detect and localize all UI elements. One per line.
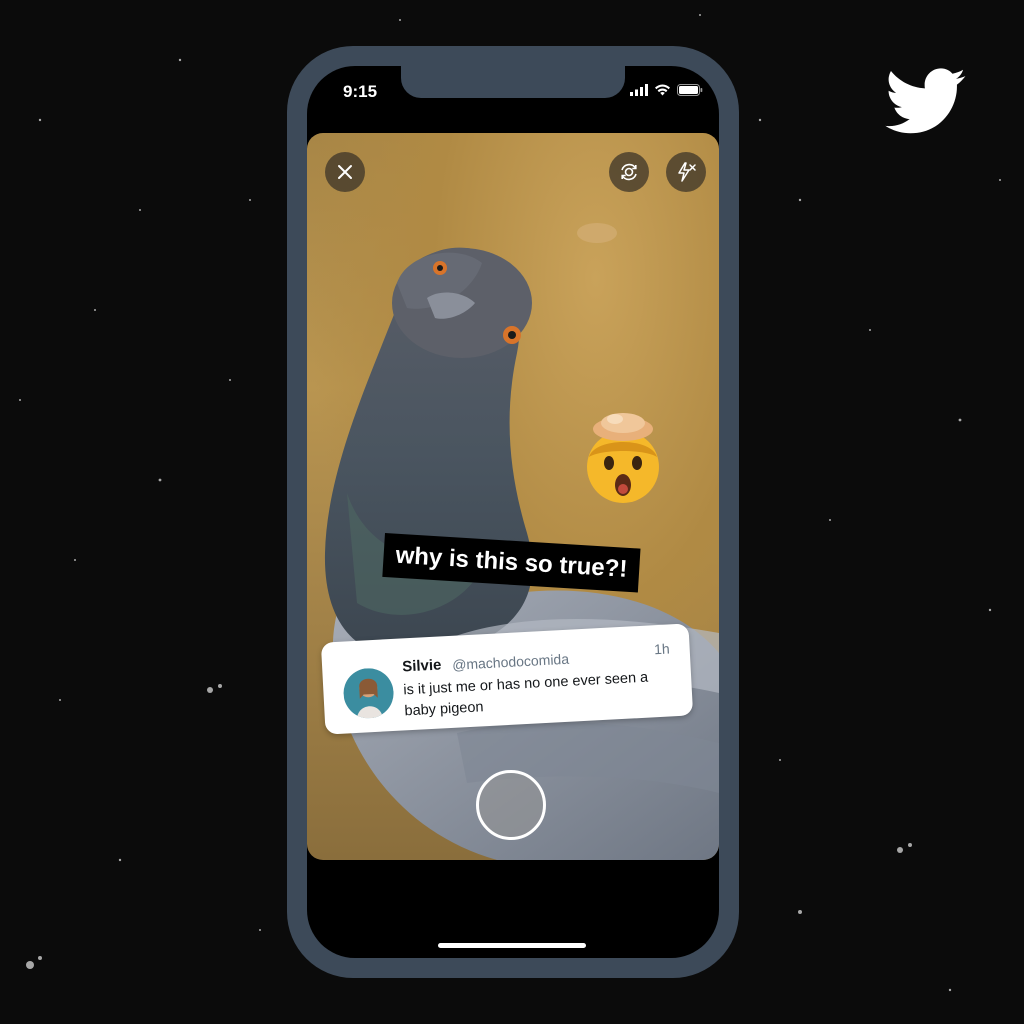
- flip-camera-button[interactable]: [609, 152, 649, 192]
- twitter-logo-icon: [885, 68, 966, 134]
- tweet-timestamp: 1h: [653, 640, 671, 658]
- shutter-button[interactable]: [476, 770, 546, 840]
- battery-icon: [677, 84, 703, 96]
- tweet-author-handle: @machodocomida: [451, 650, 570, 673]
- avatar: [342, 666, 395, 720]
- exploding-head-emoji[interactable]: [575, 407, 671, 507]
- wifi-icon: [655, 84, 670, 96]
- phone-notch: [401, 66, 625, 98]
- signal-icon: [630, 84, 648, 96]
- close-button[interactable]: [325, 152, 365, 192]
- tweet-author-name: Silvie: [401, 656, 442, 676]
- flip-camera-icon: [621, 163, 637, 181]
- flash-off-icon: [678, 162, 696, 182]
- close-icon: [338, 165, 352, 179]
- flash-button[interactable]: [666, 152, 706, 192]
- phone-frame: 9:15 why is this so true?! Silvie @macho…: [287, 46, 739, 978]
- status-icons: [630, 84, 703, 96]
- phone-screen: 9:15 why is this so true?! Silvie @macho…: [307, 66, 719, 958]
- home-indicator[interactable]: [438, 943, 586, 948]
- quoted-tweet-card[interactable]: Silvie @machodocomida 1h is it just me o…: [320, 623, 694, 735]
- tweet-text: is it just me or has no one ever seen a …: [403, 669, 649, 720]
- status-time: 9:15: [343, 82, 378, 101]
- camera-viewfinder[interactable]: why is this so true?! Silvie @machodocom…: [307, 133, 719, 860]
